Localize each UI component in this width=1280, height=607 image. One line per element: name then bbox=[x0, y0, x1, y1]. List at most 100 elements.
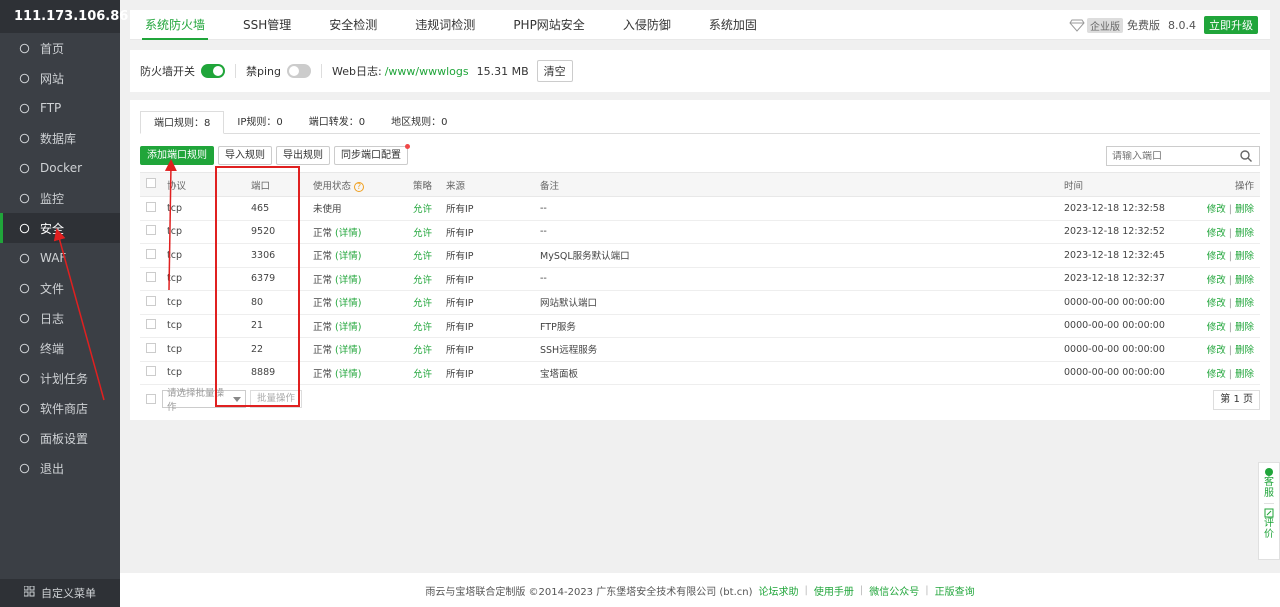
delete-link[interactable]: 删除 bbox=[1235, 251, 1254, 262]
tab-ssh[interactable]: SSH管理 bbox=[228, 10, 306, 40]
row-checkbox[interactable] bbox=[146, 295, 156, 306]
delete-link[interactable]: 删除 bbox=[1235, 204, 1254, 215]
batch-operation-button[interactable]: 批量操作 bbox=[250, 390, 303, 408]
tab-security-check[interactable]: 安全检测 bbox=[314, 10, 392, 40]
delete-link[interactable]: 删除 bbox=[1235, 298, 1254, 309]
delete-link[interactable]: 删除 bbox=[1235, 275, 1254, 286]
sidebar-item-terminal[interactable]: 终端 bbox=[0, 333, 120, 363]
delete-link[interactable]: 删除 bbox=[1235, 228, 1254, 239]
edit-link[interactable]: 修改 bbox=[1207, 251, 1226, 262]
customer-service-button[interactable]: 客 服 bbox=[1264, 463, 1274, 503]
edit-link[interactable]: 修改 bbox=[1207, 275, 1226, 286]
cell-source: 所有IP bbox=[446, 220, 540, 244]
detail-link[interactable]: (详情) bbox=[335, 298, 361, 309]
footer-link-manual[interactable]: 使用手册 bbox=[814, 583, 854, 598]
sidebar-item-app-store[interactable]: 软件商店 bbox=[0, 393, 120, 423]
select-all-checkbox[interactable] bbox=[146, 178, 156, 188]
footer-link-wechat[interactable]: 微信公众号 bbox=[869, 583, 919, 598]
subtab-port-forward[interactable]: 端口转发：0 bbox=[296, 111, 378, 134]
custom-menu-button[interactable]: 自定义菜单 bbox=[0, 579, 120, 607]
detail-link[interactable]: (详情) bbox=[335, 228, 361, 239]
sidebar-item-ftp[interactable]: FTP bbox=[0, 93, 120, 123]
subtab-ip-rules[interactable]: IP规则：0 bbox=[224, 111, 295, 134]
sidebar-item-files[interactable]: 文件 bbox=[0, 273, 120, 303]
sidebar-item-logs[interactable]: 日志 bbox=[0, 303, 120, 333]
sidebar-item-database[interactable]: 数据库 bbox=[0, 123, 120, 153]
upgrade-button[interactable]: 立即升级 bbox=[1204, 16, 1258, 34]
port-search bbox=[1106, 146, 1260, 166]
status-text: 正常 bbox=[313, 345, 333, 357]
row-checkbox[interactable] bbox=[146, 225, 156, 236]
edit-link[interactable]: 修改 bbox=[1207, 369, 1226, 380]
sidebar-item-cron[interactable]: 计划任务 bbox=[0, 363, 120, 393]
weblog-path-link[interactable]: /www/wwwlogs bbox=[385, 65, 469, 78]
clear-log-button[interactable]: 清空 bbox=[536, 60, 573, 82]
tab-php-security[interactable]: PHP网站安全 bbox=[498, 10, 600, 40]
tab-banned-words[interactable]: 违规词检测 bbox=[400, 10, 490, 40]
clock-icon bbox=[18, 372, 30, 384]
tab-hardening[interactable]: 系统加固 bbox=[694, 10, 772, 40]
footer-link-verify[interactable]: 正版查询 bbox=[935, 583, 975, 598]
cell-time: 2023-12-18 12:32:37 bbox=[1064, 267, 1194, 291]
search-icon[interactable] bbox=[1239, 149, 1253, 163]
store-icon bbox=[18, 402, 30, 414]
row-checkbox[interactable] bbox=[146, 366, 156, 377]
edit-link[interactable]: 修改 bbox=[1207, 345, 1226, 356]
sidebar-item-home[interactable]: 首页 bbox=[0, 33, 120, 63]
port-search-input[interactable] bbox=[1107, 150, 1235, 162]
version-label: 8.0.4 bbox=[1168, 18, 1196, 32]
sidebar-item-website[interactable]: 网站 bbox=[0, 63, 120, 93]
delete-link[interactable]: 删除 bbox=[1235, 369, 1254, 380]
sidebar-item-waf[interactable]: WAF bbox=[0, 243, 120, 273]
sidebar-item-label: 计划任务 bbox=[40, 371, 89, 386]
subtab-port-rules[interactable]: 端口规则：8 bbox=[140, 111, 225, 134]
review-button[interactable]: 评 价 bbox=[1264, 503, 1274, 544]
row-checkbox[interactable] bbox=[146, 248, 156, 259]
ping-toggle[interactable] bbox=[287, 64, 311, 78]
row-checkbox[interactable] bbox=[146, 319, 156, 330]
edit-link[interactable]: 修改 bbox=[1207, 298, 1226, 309]
cell-note: MySQL服务默认端口 bbox=[540, 243, 1064, 268]
detail-link[interactable]: (详情) bbox=[335, 251, 361, 262]
export-rules-button[interactable]: 导出规则 bbox=[276, 146, 330, 165]
pagination[interactable]: 第 1 页 bbox=[1213, 390, 1260, 410]
cell-note: SSH远程服务 bbox=[540, 337, 1064, 362]
subtab-region-rules[interactable]: 地区规则：0 bbox=[378, 111, 460, 134]
sidebar-item-monitor[interactable]: 监控 bbox=[0, 183, 120, 213]
cell-status: 正常 (详情) bbox=[313, 290, 413, 315]
detail-link[interactable]: (详情) bbox=[335, 345, 361, 356]
row-checkbox[interactable] bbox=[146, 342, 156, 353]
sidebar-item-panel-settings[interactable]: 面板设置 bbox=[0, 423, 120, 453]
sidebar-item-docker[interactable]: Docker bbox=[0, 153, 120, 183]
edit-link[interactable]: 修改 bbox=[1207, 322, 1226, 333]
sidebar-item-security[interactable]: 安全 bbox=[0, 213, 120, 243]
page-footer: 雨云与宝塔联合定制版 ©2014-2023 广东堡塔安全技术有限公司 (bt.c… bbox=[120, 573, 1280, 607]
tab-system-firewall[interactable]: 系统防火墙 bbox=[130, 10, 220, 40]
import-rules-button[interactable]: 导入规则 bbox=[218, 146, 272, 165]
batch-select-checkbox[interactable] bbox=[146, 394, 156, 404]
port-rules-table: 协议 端口 使用状态? 策略 来源 备注 时间 操作 tcp 465 未使用 允许所… bbox=[140, 172, 1260, 385]
table-row: tcp 9520 正常 (详情) 允许 所有IP -- 2023-12-18 12:32:5… bbox=[140, 220, 1260, 244]
weblog-label: Web日志: bbox=[332, 65, 382, 78]
help-icon[interactable]: ? bbox=[354, 181, 365, 192]
detail-link[interactable]: (详情) bbox=[335, 369, 361, 380]
firewall-toggle[interactable] bbox=[201, 64, 225, 78]
service-char-1: 客 bbox=[1264, 477, 1274, 488]
divider bbox=[321, 64, 322, 78]
tab-intrusion[interactable]: 入侵防御 bbox=[608, 10, 686, 40]
add-port-rule-button[interactable]: 添加端口规则 bbox=[140, 146, 214, 165]
edit-link[interactable]: 修改 bbox=[1207, 204, 1226, 215]
row-checkbox[interactable] bbox=[146, 272, 156, 283]
edit-link[interactable]: 修改 bbox=[1207, 228, 1226, 239]
detail-link[interactable]: (详情) bbox=[335, 275, 361, 286]
batch-operation-select[interactable]: 请选择批量操作 bbox=[162, 388, 246, 413]
footer-link-forum[interactable]: 论坛求助 bbox=[759, 583, 799, 598]
detail-link[interactable]: (详情) bbox=[335, 322, 361, 333]
sidebar: 111.173.106.86 0 首页网站 FTP 数据库 Docker 监控安全 WAF… bbox=[0, 0, 151, 607]
row-checkbox[interactable] bbox=[146, 201, 156, 212]
sidebar-item-logout[interactable]: 退出 bbox=[0, 453, 120, 483]
sidebar-item-label: FTP bbox=[40, 101, 62, 115]
delete-link[interactable]: 删除 bbox=[1235, 345, 1254, 356]
sync-port-config-button[interactable]: 同步端口配置 bbox=[334, 144, 410, 165]
delete-link[interactable]: 删除 bbox=[1235, 322, 1254, 333]
